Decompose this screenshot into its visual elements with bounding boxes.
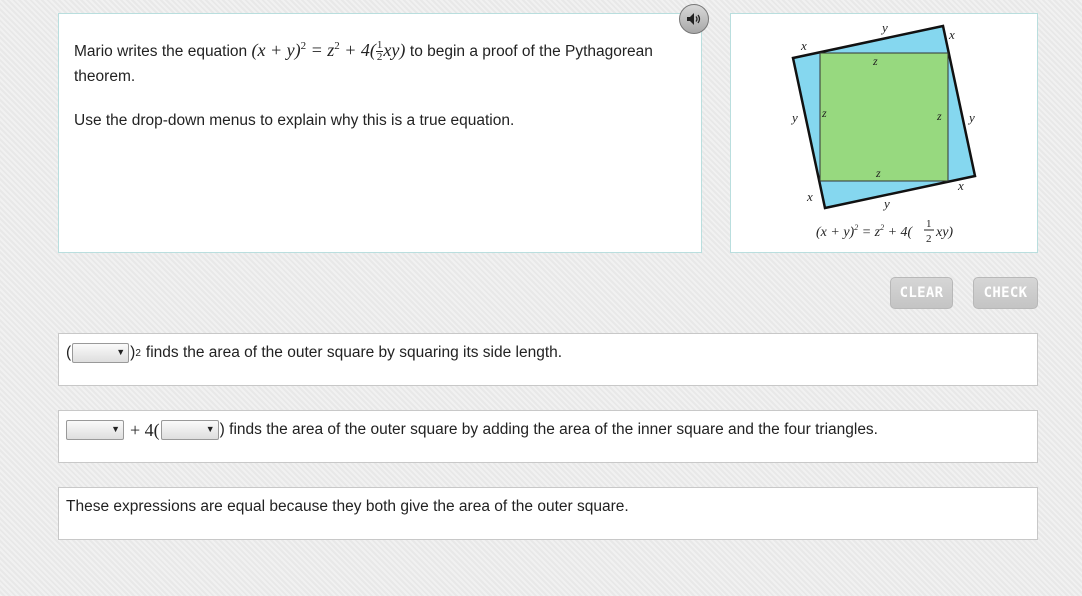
plus-four: + 4(: [130, 419, 160, 440]
label-x-bottom-right: x: [957, 178, 964, 193]
pythagorean-diagram: x y x y y x y x z z z z (x + y)2 = z2 + …: [790, 20, 977, 245]
label-z-top: z: [872, 54, 878, 68]
row-1-text: finds the area of the outer square by sq…: [145, 344, 563, 361]
answer-row-3: These expressions are equal because they…: [58, 487, 1038, 540]
triangle-down-icon: ▼: [205, 424, 215, 434]
label-x-top-left: x: [800, 38, 807, 53]
dropdown-side-length[interactable]: ▼: [72, 343, 130, 363]
label-y-top: y: [880, 20, 888, 35]
speaker-icon: [687, 13, 701, 25]
figure-panel: x y x y y x y x z z z z (x + y)2 = z2 + …: [730, 13, 1038, 253]
row-2-text: finds the area of the outer square by ad…: [229, 421, 878, 438]
intro-text-before: Mario writes the equation: [74, 43, 248, 60]
clear-button[interactable]: CLEAR: [890, 277, 953, 309]
label-z-bottom: z: [875, 166, 881, 180]
caption-frac-den: 2: [926, 233, 932, 245]
label-y-left: y: [790, 110, 798, 125]
equation: (x + y)2 = z2 + 4(1 2 xy): [251, 39, 406, 64]
triangle-down-icon: ▼: [116, 347, 126, 357]
dropdown-triangle-area[interactable]: ▼: [160, 420, 219, 440]
instruction-text: Use the drop-down menus to explain why t…: [74, 112, 515, 129]
exponent: 2: [135, 347, 141, 359]
caption-end: xy): [935, 225, 953, 240]
label-x-top-right: x: [948, 27, 955, 42]
question-intro: Mario writes the equation (x + y)2 = z2 …: [74, 34, 686, 89]
triangle-down-icon: ▼: [111, 424, 120, 434]
caption-frac-num: 1: [926, 218, 932, 230]
row-3-text: These expressions are equal because they…: [66, 498, 629, 515]
svg-text:(x + y)2 = z2 + 4(: (x + y)2 = z2 + 4(: [816, 223, 914, 240]
question-panel: Mario writes the equation (x + y)2 = z2 …: [58, 13, 702, 253]
figure-caption: (x + y)2 = z2 + 4( 1 2 xy): [816, 218, 953, 245]
label-z-right: z: [936, 109, 942, 123]
label-y-bottom: y: [882, 196, 890, 211]
check-button[interactable]: CHECK: [973, 277, 1038, 309]
inner-square: [819, 52, 949, 182]
label-y-right: y: [967, 110, 975, 125]
answer-row-2: ▼ + 4( ▼ ) finds the area of the outer s…: [58, 410, 1038, 463]
label-x-bottom-left: x: [806, 189, 813, 204]
answer-row-1: ( ▼ ) 2 finds the area of the outer squar…: [58, 333, 1038, 386]
label-z-left: z: [821, 106, 827, 120]
close-paren: ): [219, 421, 225, 438]
dropdown-inner-area[interactable]: ▼: [66, 420, 124, 440]
open-paren: (: [66, 344, 72, 361]
audio-button[interactable]: [679, 4, 709, 34]
